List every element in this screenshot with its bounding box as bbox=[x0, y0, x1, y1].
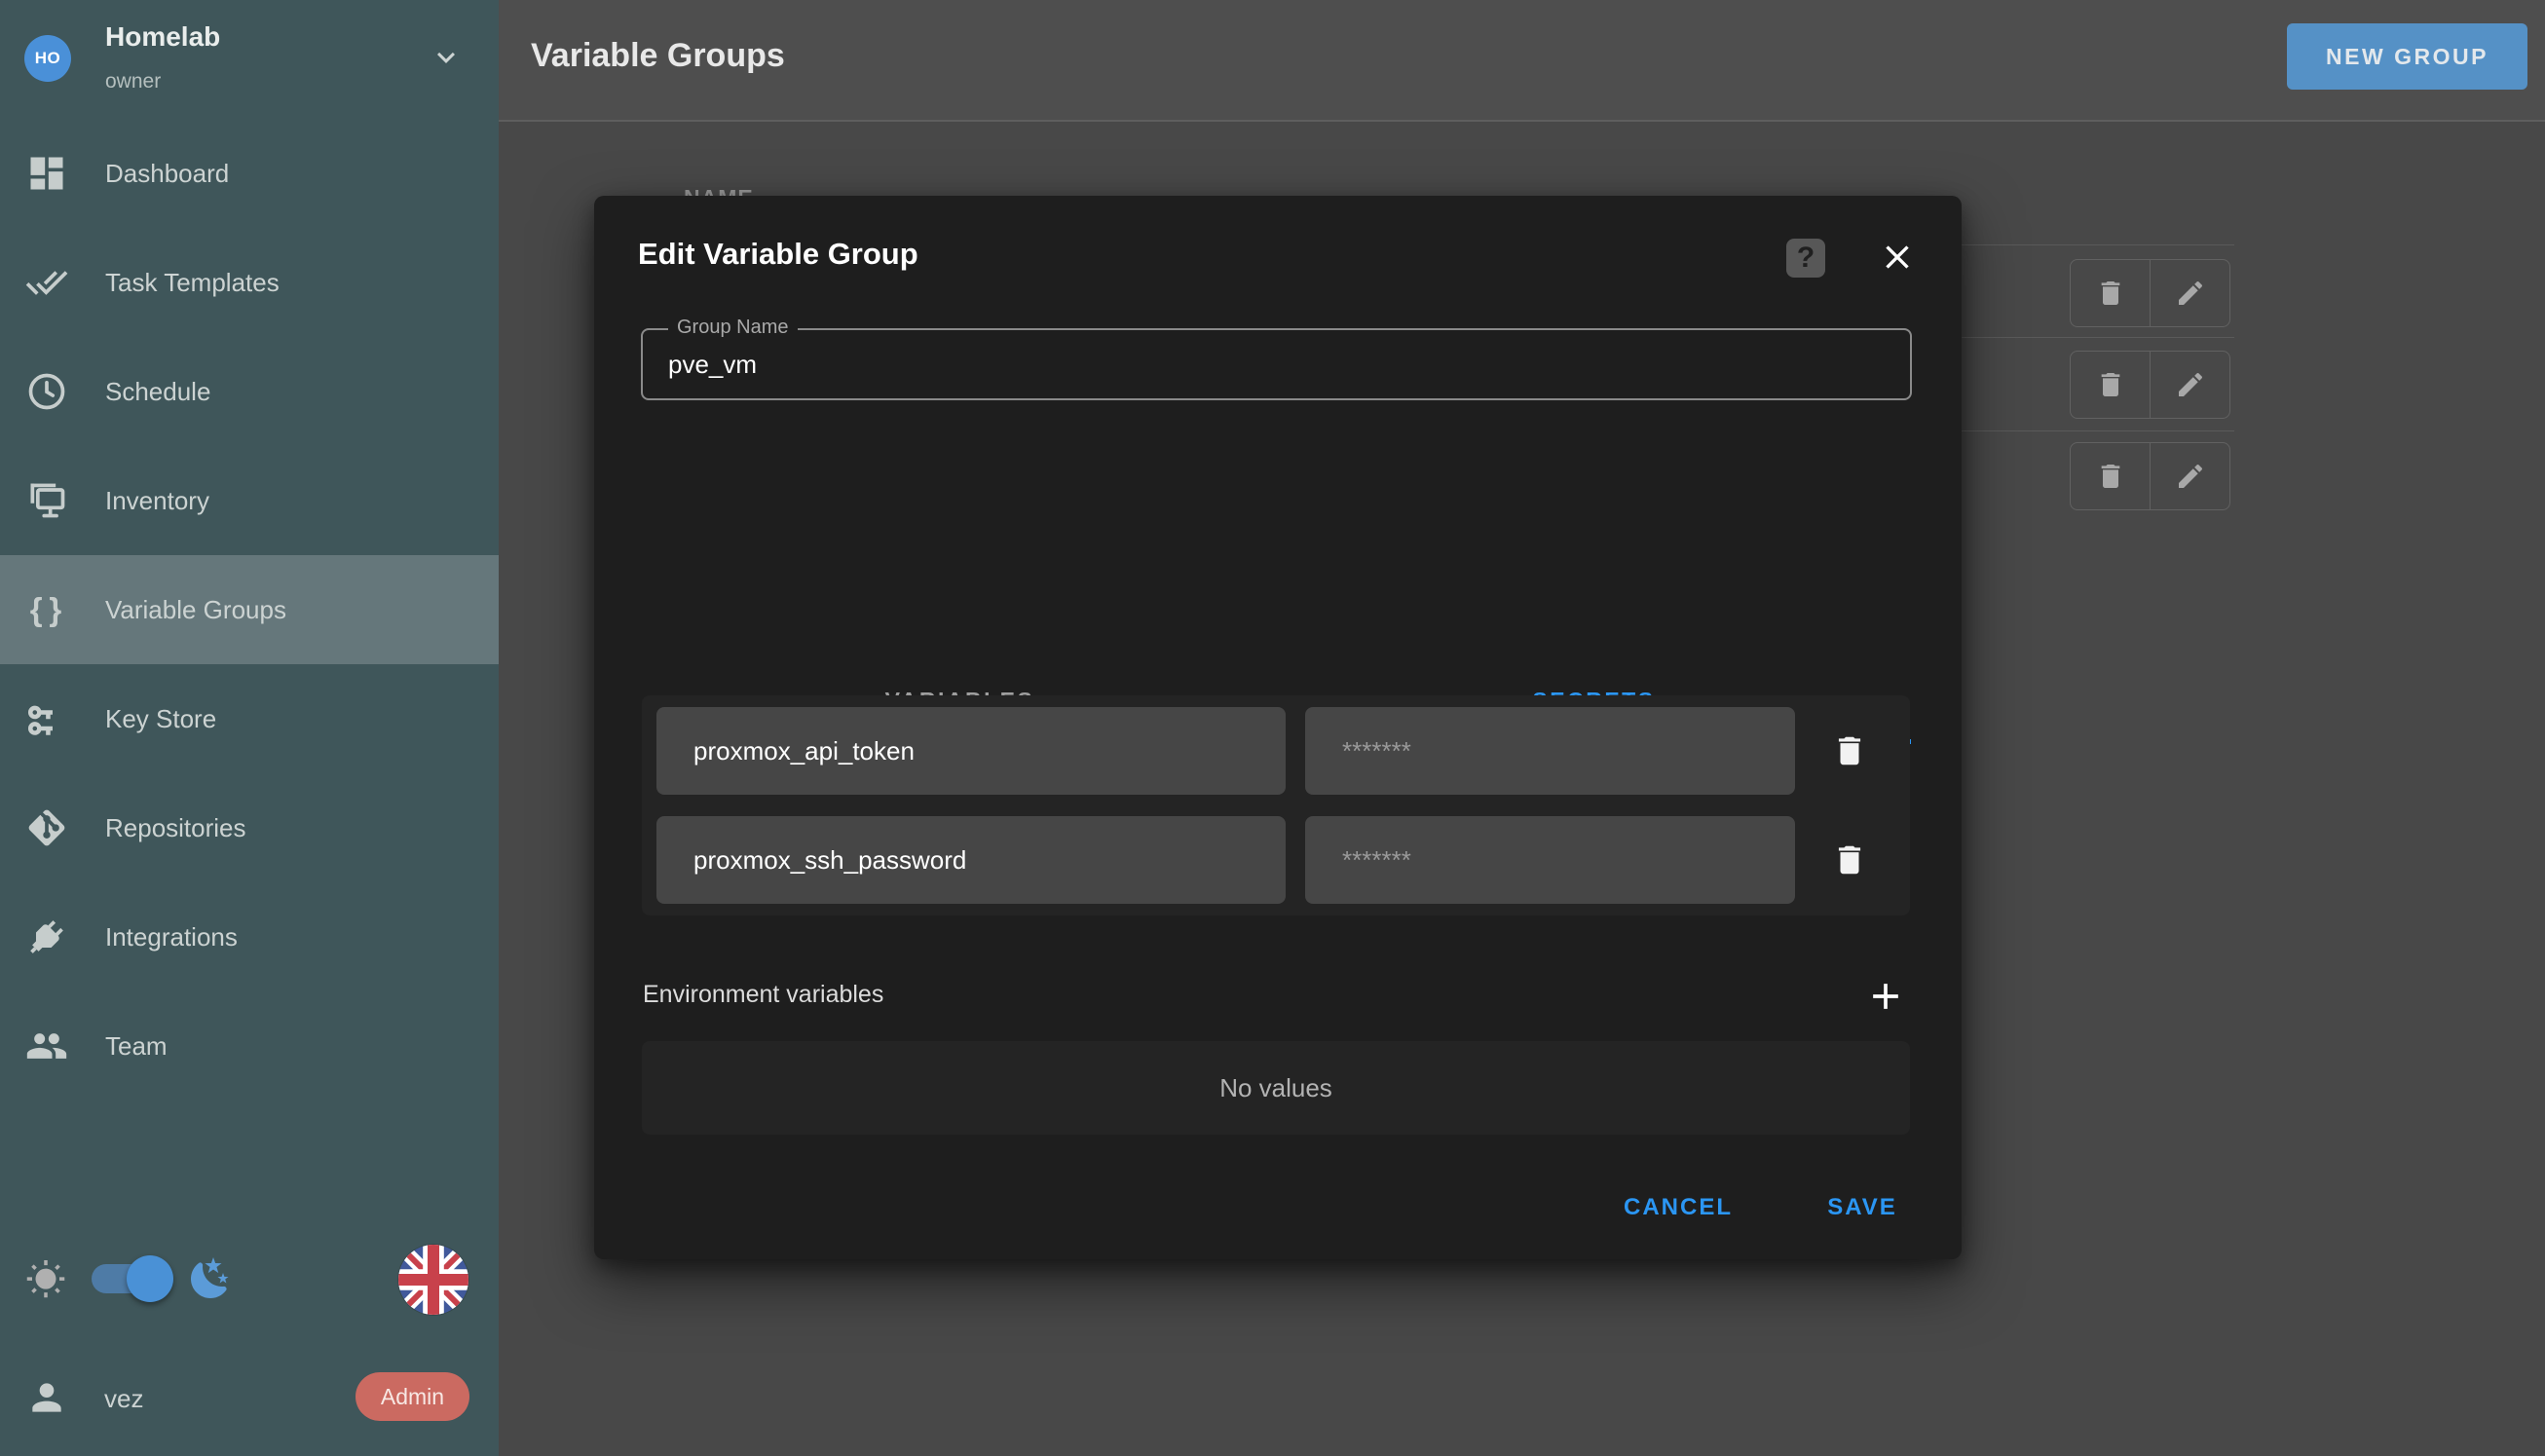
keys-icon bbox=[25, 697, 68, 740]
add-environment-variable-icon[interactable] bbox=[1864, 975, 1907, 1018]
sidebar-item-variable-groups[interactable]: { } Variable Groups bbox=[0, 555, 499, 664]
sidebar-item-label: Task Templates bbox=[105, 268, 280, 298]
close-icon[interactable] bbox=[1878, 238, 1917, 277]
edit-group-button[interactable] bbox=[2150, 352, 2229, 418]
project-initials: HO bbox=[35, 49, 61, 68]
dashboard-icon bbox=[25, 152, 68, 195]
sidebar-item-label: Repositories bbox=[105, 813, 246, 843]
sidebar-item-label: Dashboard bbox=[105, 159, 229, 189]
sidebar-item-label: Team bbox=[105, 1031, 168, 1062]
table-row-divider bbox=[1962, 337, 2234, 338]
project-role: owner bbox=[105, 70, 161, 93]
sidebar-item-integrations[interactable]: Integrations bbox=[0, 882, 499, 991]
sidebar-item-label: Variable Groups bbox=[105, 595, 286, 625]
help-icon[interactable]: ? bbox=[1786, 239, 1825, 278]
sidebar-item-inventory[interactable]: Inventory bbox=[0, 446, 499, 555]
delete-variable-icon[interactable] bbox=[1831, 841, 1868, 878]
sidebar-item-repositories[interactable]: Repositories bbox=[0, 773, 499, 882]
people-icon bbox=[25, 1025, 68, 1067]
variable-value-input[interactable] bbox=[1305, 707, 1795, 795]
language-flag-uk[interactable] bbox=[398, 1245, 468, 1315]
variable-name-input[interactable] bbox=[656, 707, 1286, 795]
dialog-title: Edit Variable Group bbox=[638, 237, 918, 272]
edit-group-button[interactable] bbox=[2150, 443, 2229, 509]
sidebar-item-label: Integrations bbox=[105, 922, 238, 952]
save-button[interactable]: SAVE bbox=[1794, 1174, 1930, 1242]
edit-group-button[interactable] bbox=[2150, 260, 2229, 326]
environment-variables-empty: No values bbox=[642, 1041, 1910, 1135]
clock-icon bbox=[25, 370, 68, 413]
git-icon bbox=[25, 806, 68, 849]
monitor-icon bbox=[25, 479, 68, 522]
variable-value-input[interactable] bbox=[1305, 816, 1795, 904]
delete-group-button[interactable] bbox=[2071, 443, 2150, 509]
sidebar-nav: Dashboard Task Templates Schedule Invent… bbox=[0, 119, 499, 1101]
project-selector[interactable]: HO Homelab owner bbox=[0, 0, 499, 119]
delete-group-button[interactable] bbox=[2071, 260, 2150, 326]
sidebar-item-label: Key Store bbox=[105, 704, 216, 734]
user-icon bbox=[25, 1376, 68, 1419]
project-avatar: HO bbox=[24, 35, 71, 82]
moon-stars-icon[interactable] bbox=[187, 1255, 234, 1302]
sidebar-item-schedule[interactable]: Schedule bbox=[0, 337, 499, 446]
group-name-input[interactable] bbox=[666, 332, 1839, 396]
table-row-divider bbox=[1962, 430, 2234, 431]
cancel-button[interactable]: CANCEL bbox=[1595, 1174, 1761, 1242]
project-name: Homelab bbox=[105, 21, 220, 53]
variable-name-input[interactable] bbox=[656, 816, 1286, 904]
new-group-button[interactable]: NEW GROUP bbox=[2287, 23, 2527, 90]
plug-icon bbox=[25, 915, 68, 958]
sidebar-item-label: Inventory bbox=[105, 486, 209, 516]
sidebar-item-key-store[interactable]: Key Store bbox=[0, 664, 499, 773]
table-row-divider bbox=[1962, 244, 2234, 245]
page-title: Variable Groups bbox=[531, 37, 785, 75]
delete-group-button[interactable] bbox=[2071, 352, 2150, 418]
sidebar: HO Homelab owner Dashboard Task Template… bbox=[0, 0, 499, 1456]
braces-icon: { } bbox=[25, 588, 68, 631]
sidebar-item-team[interactable]: Team bbox=[0, 991, 499, 1101]
group-name-field: Group Name bbox=[641, 328, 1912, 400]
environment-variables-label: Environment variables bbox=[643, 981, 883, 1009]
environment-variables-header: Environment variables bbox=[643, 973, 1911, 1020]
extra-variables-panel bbox=[642, 695, 1910, 915]
sidebar-footer: vez Admin bbox=[0, 1213, 499, 1456]
toggle-knob bbox=[127, 1255, 173, 1302]
sidebar-item-label: Schedule bbox=[105, 377, 210, 407]
delete-variable-icon[interactable] bbox=[1831, 732, 1868, 769]
table-row-actions bbox=[2070, 259, 2230, 327]
table-row-actions bbox=[2070, 351, 2230, 419]
sidebar-item-dashboard[interactable]: Dashboard bbox=[0, 119, 499, 228]
sidebar-item-task-templates[interactable]: Task Templates bbox=[0, 228, 499, 337]
sun-icon bbox=[25, 1259, 66, 1300]
dialog-actions: CANCEL SAVE bbox=[594, 1174, 1962, 1242]
app-root: HO Homelab owner Dashboard Task Template… bbox=[0, 0, 2545, 1456]
admin-badge: Admin bbox=[356, 1372, 469, 1421]
edit-variable-group-dialog: Edit Variable Group ? Group Name VARIABL… bbox=[594, 196, 1962, 1259]
dark-mode-toggle[interactable] bbox=[92, 1264, 168, 1293]
check-all-icon bbox=[25, 261, 68, 304]
username[interactable]: vez bbox=[104, 1384, 143, 1414]
page-header: Variable Groups NEW GROUP bbox=[499, 0, 2545, 122]
table-row-actions bbox=[2070, 442, 2230, 510]
chevron-down-icon bbox=[429, 40, 464, 75]
